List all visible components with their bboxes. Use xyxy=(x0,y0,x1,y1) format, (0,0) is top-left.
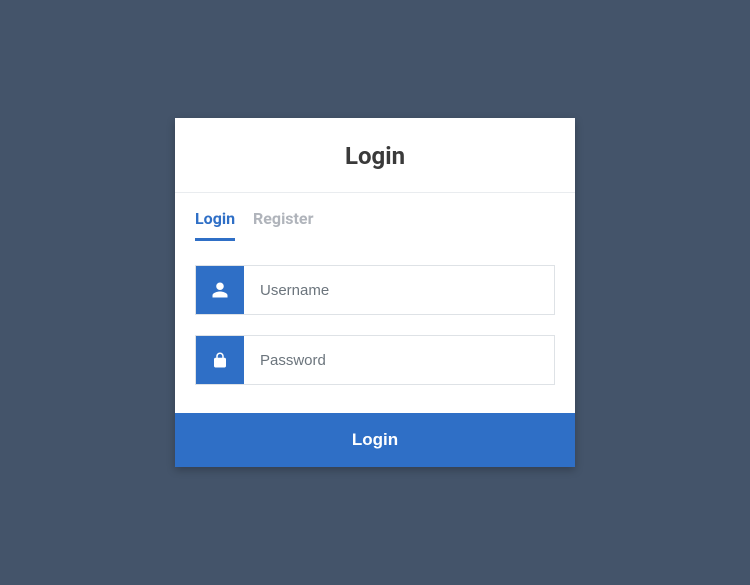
user-icon xyxy=(196,266,244,314)
form-body xyxy=(175,241,575,413)
username-input[interactable] xyxy=(244,266,554,314)
tabs: Login Register xyxy=(175,193,575,241)
card-header: Login xyxy=(175,118,575,193)
page-title: Login xyxy=(195,142,555,170)
username-group xyxy=(195,265,555,315)
tab-register[interactable]: Register xyxy=(253,209,313,241)
login-card: Login Login Register Login xyxy=(175,118,575,467)
password-group xyxy=(195,335,555,385)
tab-login[interactable]: Login xyxy=(195,209,235,241)
lock-icon xyxy=(196,336,244,384)
password-input[interactable] xyxy=(244,336,554,384)
login-button[interactable]: Login xyxy=(175,413,575,467)
